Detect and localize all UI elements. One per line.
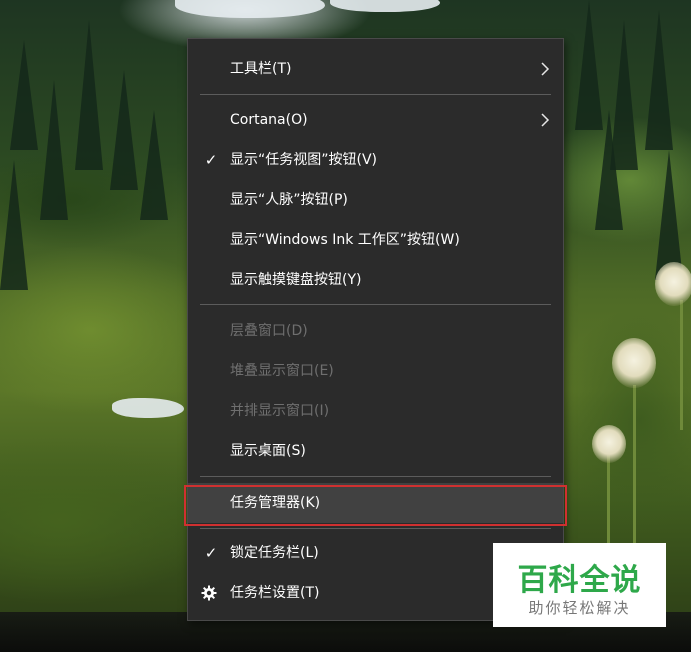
menu-item-cascade-windows: 层叠窗口(D)	[188, 311, 563, 351]
menu-item-label: 显示桌面(S)	[230, 443, 306, 459]
menu-item-label: 显示“Windows Ink 工作区”按钮(W)	[230, 232, 460, 248]
menu-item-show-desktop[interactable]: 显示桌面(S)	[188, 431, 563, 471]
menu-item-label: 显示“任务视图”按钮(V)	[230, 152, 378, 168]
menu-item-show-people[interactable]: 显示“人脉”按钮(P)	[188, 180, 563, 220]
snow-patch	[330, 0, 440, 12]
flower-stem	[607, 455, 610, 555]
snow-patch	[175, 0, 325, 18]
menu-item-show-windows-ink[interactable]: 显示“Windows Ink 工作区”按钮(W)	[188, 220, 563, 260]
tree	[655, 150, 683, 280]
menu-item-label: 并排显示窗口(I)	[230, 403, 330, 419]
gear-icon	[201, 585, 217, 601]
chevron-right-icon	[541, 113, 550, 127]
menu-item-label: 堆叠显示窗口(E)	[230, 363, 334, 379]
menu-separator	[200, 476, 551, 477]
flower	[655, 262, 691, 306]
tree	[110, 70, 138, 190]
tree	[645, 10, 673, 150]
menu-separator	[200, 528, 551, 529]
checkmark-icon: ✓	[204, 151, 218, 169]
flower	[592, 425, 626, 463]
menu-item-label: 任务栏设置(T)	[230, 585, 320, 601]
menu-separator	[200, 94, 551, 95]
tree	[595, 110, 623, 230]
annotation-highlight-box	[184, 485, 567, 526]
tree	[10, 40, 38, 150]
flower-stem	[680, 300, 683, 430]
flower	[612, 338, 656, 388]
menu-item-stack-windows: 堆叠显示窗口(E)	[188, 351, 563, 391]
menu-item-show-task-view[interactable]: ✓ 显示“任务视图”按钮(V)	[188, 140, 563, 180]
menu-item-side-by-side-windows: 并排显示窗口(I)	[188, 391, 563, 431]
chevron-right-icon	[541, 62, 550, 76]
watermark-logo: 百科全说 助你轻松解决	[493, 543, 666, 627]
menu-item-label: 锁定任务栏(L)	[230, 545, 319, 561]
watermark-subtitle: 助你轻松解决	[528, 599, 631, 617]
menu-item-label: 层叠窗口(D)	[230, 323, 308, 339]
tree	[40, 80, 68, 220]
menu-item-label: Cortana(O)	[230, 112, 308, 128]
menu-item-label: 显示“人脉”按钮(P)	[230, 192, 348, 208]
snow-patch	[112, 398, 184, 418]
checkmark-icon: ✓	[204, 544, 218, 562]
flower-stem	[633, 385, 636, 545]
watermark-title: 百科全说	[517, 563, 642, 598]
menu-item-cortana[interactable]: Cortana(O)	[188, 100, 563, 140]
tree	[140, 110, 168, 220]
tree	[75, 20, 103, 170]
menu-item-show-touch-keyboard[interactable]: 显示触摸键盘按钮(Y)	[188, 260, 563, 300]
tree	[0, 160, 28, 290]
menu-item-toolbars[interactable]: 工具栏(T)	[188, 49, 563, 89]
menu-item-label: 显示触摸键盘按钮(Y)	[230, 272, 362, 288]
taskbar-context-menu: 工具栏(T) Cortana(O) ✓ 显示“任务视图”按钮(V) 显示“人脉”…	[187, 38, 564, 621]
menu-item-label: 工具栏(T)	[230, 61, 292, 77]
menu-separator	[200, 304, 551, 305]
